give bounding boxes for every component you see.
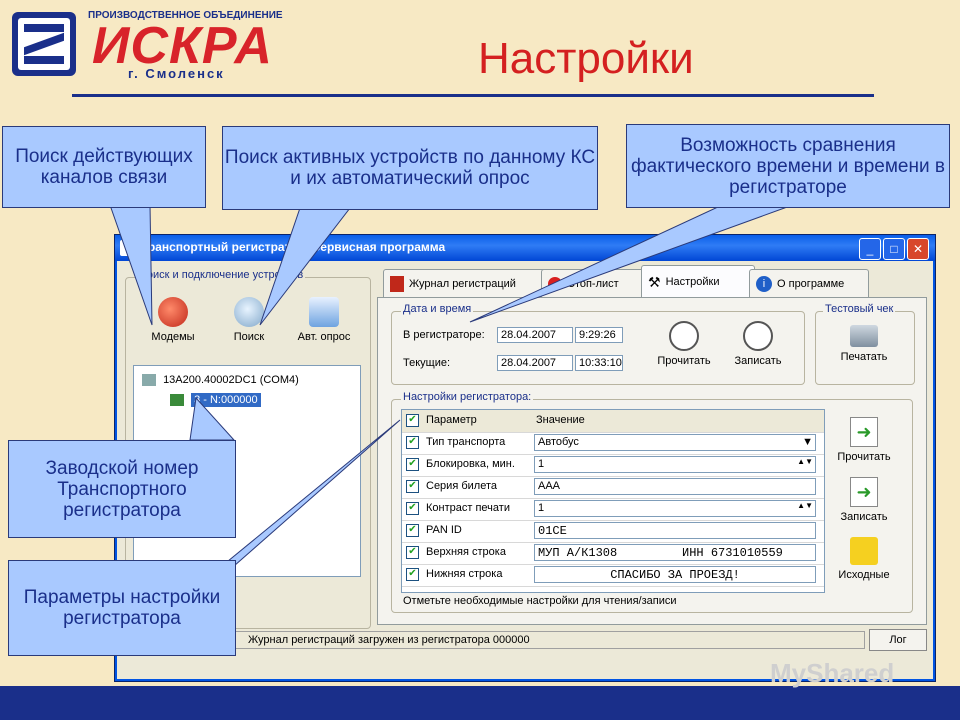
pointer-search-devices <box>259 207 352 326</box>
callout-search-devices: Поиск активных устройств по данному КС и… <box>222 126 598 210</box>
pointer-search-channels <box>109 204 153 326</box>
watermark: MyShared <box>770 658 895 688</box>
pointer-params <box>220 419 401 567</box>
callout-search-channels: Поиск действующих каналов связи <box>2 126 206 208</box>
bottom-bar <box>0 686 960 720</box>
callout-serial-number: Заводской номер Транспортного регистрато… <box>8 440 236 538</box>
pointer-time-compare <box>469 205 791 323</box>
pointer-serial <box>189 396 236 441</box>
callout-time-compare: Возможность сравнения фактического време… <box>626 124 950 208</box>
callout-params: Параметры настройки регистратора <box>8 560 236 656</box>
